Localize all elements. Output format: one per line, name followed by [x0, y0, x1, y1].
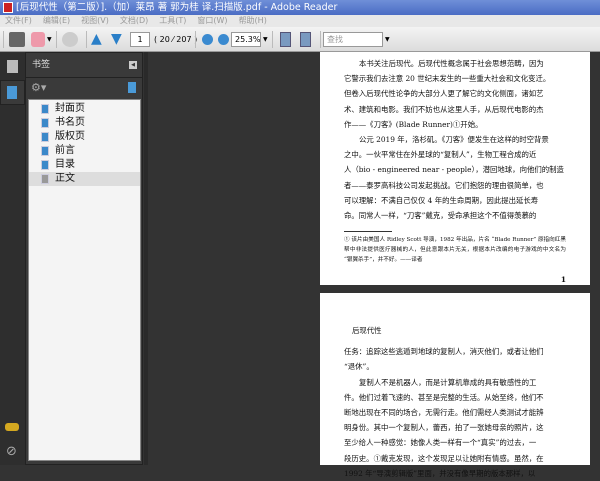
find-input[interactable]: 查找	[323, 32, 383, 47]
text-line: 人（bio - engineered near - people），潜回地球，向…	[344, 165, 564, 175]
bookmark-label: 书名页	[55, 117, 85, 128]
new-bookmark-icon[interactable]	[128, 82, 136, 93]
zoom-in-button[interactable]	[218, 34, 229, 45]
window-title: [后现代性（第二版）].（加）莱昂 著 郭为桂 译.扫描版.pdf - Adob…	[16, 2, 338, 13]
panel-splitter[interactable]	[144, 52, 148, 465]
options-gear-icon[interactable]: ⚙▾	[31, 81, 46, 94]
find-dropdown-icon[interactable]: ▼	[385, 32, 390, 47]
divider	[86, 31, 87, 48]
bookmark-label: 目录	[55, 159, 75, 170]
bookmark-item[interactable]: 正文	[29, 172, 140, 186]
attachments-icon[interactable]: ⊘	[6, 444, 17, 459]
bookmark-icon	[41, 160, 49, 170]
print-icon[interactable]	[9, 32, 25, 47]
page-number-input[interactable]: 1	[130, 32, 150, 47]
prev-page-button[interactable]: ▲	[91, 32, 105, 47]
document-page: 后现代性 任务：追踪这些逃遁到地球的复制人，消灭他们，或者让他们 “退休”。 复…	[320, 293, 590, 478]
bookmark-icon	[41, 146, 49, 156]
menu-help[interactable]: 帮助(H)	[239, 16, 267, 25]
title-bar: [后现代性（第二版）].（加）莱昂 著 郭为桂 译.扫描版.pdf - Adob…	[0, 0, 600, 15]
toolbar: ▼ ▲ ▼ 1 ( 20 ⁄ 207 ) 25.3% ▼ 查找 ▼	[0, 27, 600, 52]
divider	[272, 31, 273, 48]
zoom-level-input[interactable]: 25.3%	[231, 32, 261, 47]
text-line: 可以理解：不满自己仅仅 4 年的生命周期，因此提出延长寿	[344, 195, 539, 205]
bookmark-icon	[41, 174, 49, 184]
menu-file[interactable]: 文件(F)	[5, 16, 32, 25]
text-line: 复制人不是机器人，而是计算机靠成的具有敏感性的工	[359, 377, 537, 387]
bookmark-item[interactable]: 目录	[29, 158, 140, 172]
fit-width-icon[interactable]	[280, 32, 291, 47]
bookmark-label: 前言	[55, 145, 75, 156]
menu-document[interactable]: 文档(D)	[120, 16, 148, 25]
menu-tools[interactable]: 工具(T)	[159, 16, 186, 25]
bookmark-icon	[41, 132, 49, 142]
text-line: 命。同常人一样，“刀客”戴克，受命承担这个不值得羡慕的	[344, 211, 537, 221]
page-count: ( 20 ⁄ 207 )	[154, 35, 198, 44]
adobe-reader-icon	[3, 2, 13, 13]
running-head: 后现代性	[352, 326, 382, 335]
pages-icon[interactable]	[7, 60, 18, 73]
text-line: 段历史。①戴克发现，这个发现足以让她附有情感。虽然，在	[344, 453, 544, 463]
bookmark-icon	[41, 118, 49, 128]
text-line: 之中。一伙平常住在外星球的“复制人”，生物工程合成的近	[344, 150, 537, 160]
divider	[320, 31, 321, 48]
document-page: 本书关注后现代。后现代性概念属于社会思想范畴，因为 它警示我们去注意 20 世纪…	[320, 52, 590, 285]
menu-view[interactable]: 视图(V)	[81, 16, 109, 25]
divider	[56, 31, 57, 48]
bookmarks-title: 书签	[32, 60, 51, 70]
text-line: 作——《刀客》(Blade Runner)①开始。	[344, 119, 483, 129]
text-line: 公元 2019 年，洛杉矶。《刀客》便发生在这样的时空背景	[359, 135, 549, 145]
text-line: 1992 年“导演剪辑版”里面，并没有像早期的版本那样，以	[344, 468, 536, 478]
bookmark-item[interactable]: 书名页	[29, 116, 140, 130]
bookmark-label: 正文	[55, 173, 75, 184]
next-page-button[interactable]: ▼	[111, 32, 125, 47]
footnote: ① 该片由美国人 Ridley Scott 导演，1982 年出品，片名 “Bl…	[344, 237, 566, 264]
text-line: 本书关注后现代。后现代性概念属于社会思想范畴，因为	[359, 59, 544, 68]
navigation-strip: ⊘	[0, 52, 25, 465]
text-line: 断地出现在不同的场合，无需行走。他们需经人类测试才能辨	[344, 408, 544, 418]
text-line: 明身份。其中一个复制人，蕾西，拍了一张她母亲的照片，这	[344, 423, 544, 433]
bookmarks-panel: 书签 ◀ ⚙▾ 封面页 书名页 版权页 前言 目录 正文	[25, 52, 143, 465]
bookmark-icon	[41, 104, 49, 114]
menu-bar: 文件(F) 编辑(E) 视图(V) 文档(D) 工具(T) 窗口(W) 帮助(H)	[0, 15, 600, 27]
menu-edit[interactable]: 编辑(E)	[43, 16, 70, 25]
text-line: 件。他们过着飞速的、甚至是完整的生活。从始至终，他们不	[344, 392, 544, 402]
divider	[195, 31, 196, 48]
text-line: 但卷入后现代性论争的大部分人更了解它的文化侧面，诸如艺	[344, 89, 544, 99]
chevron-down-icon[interactable]: ▼	[47, 32, 52, 47]
email-icon[interactable]	[31, 32, 45, 47]
zoom-out-button[interactable]	[202, 34, 213, 45]
text-line: “退休”。	[344, 362, 374, 372]
fit-page-icon[interactable]	[300, 32, 311, 47]
zoom-dropdown-icon[interactable]: ▼	[263, 32, 268, 47]
bookmark-item[interactable]: 前言	[29, 144, 140, 158]
bookmark-item[interactable]: 版权页	[29, 130, 140, 144]
menu-window[interactable]: 窗口(W)	[197, 16, 227, 25]
bookmark-label: 版权页	[55, 131, 85, 142]
text-line: 术、建筑和电影。我们不妨也从这里人手，从后现代电影的杰	[344, 104, 544, 114]
comments-icon[interactable]	[5, 423, 19, 431]
comment-icon[interactable]	[62, 32, 78, 47]
bookmarks-icon[interactable]	[0, 80, 25, 105]
page-number: 1	[560, 275, 566, 285]
divider	[3, 31, 4, 48]
collapse-panel-button[interactable]: ◀	[129, 61, 137, 69]
text-line: 者——泰罗高科技公司发起挑战。它们抱怨的理由很简单，也	[344, 180, 544, 190]
text-line: 任务：追踪这些逃遁到地球的复制人，消灭他们，或者让他们	[344, 347, 544, 357]
text-line: 它警示我们去注意 20 世纪末发生的一些重大社会和文化变迁。	[344, 74, 551, 84]
bookmark-item[interactable]: 封面页	[29, 102, 140, 116]
bookmark-list: 封面页 书名页 版权页 前言 目录 正文	[28, 99, 141, 461]
bookmark-label: 封面页	[55, 103, 85, 114]
text-line: 至少给人一种感觉：她像人类一样有一个“真实”的过去，一	[344, 438, 537, 448]
footnote-rule	[344, 231, 392, 233]
